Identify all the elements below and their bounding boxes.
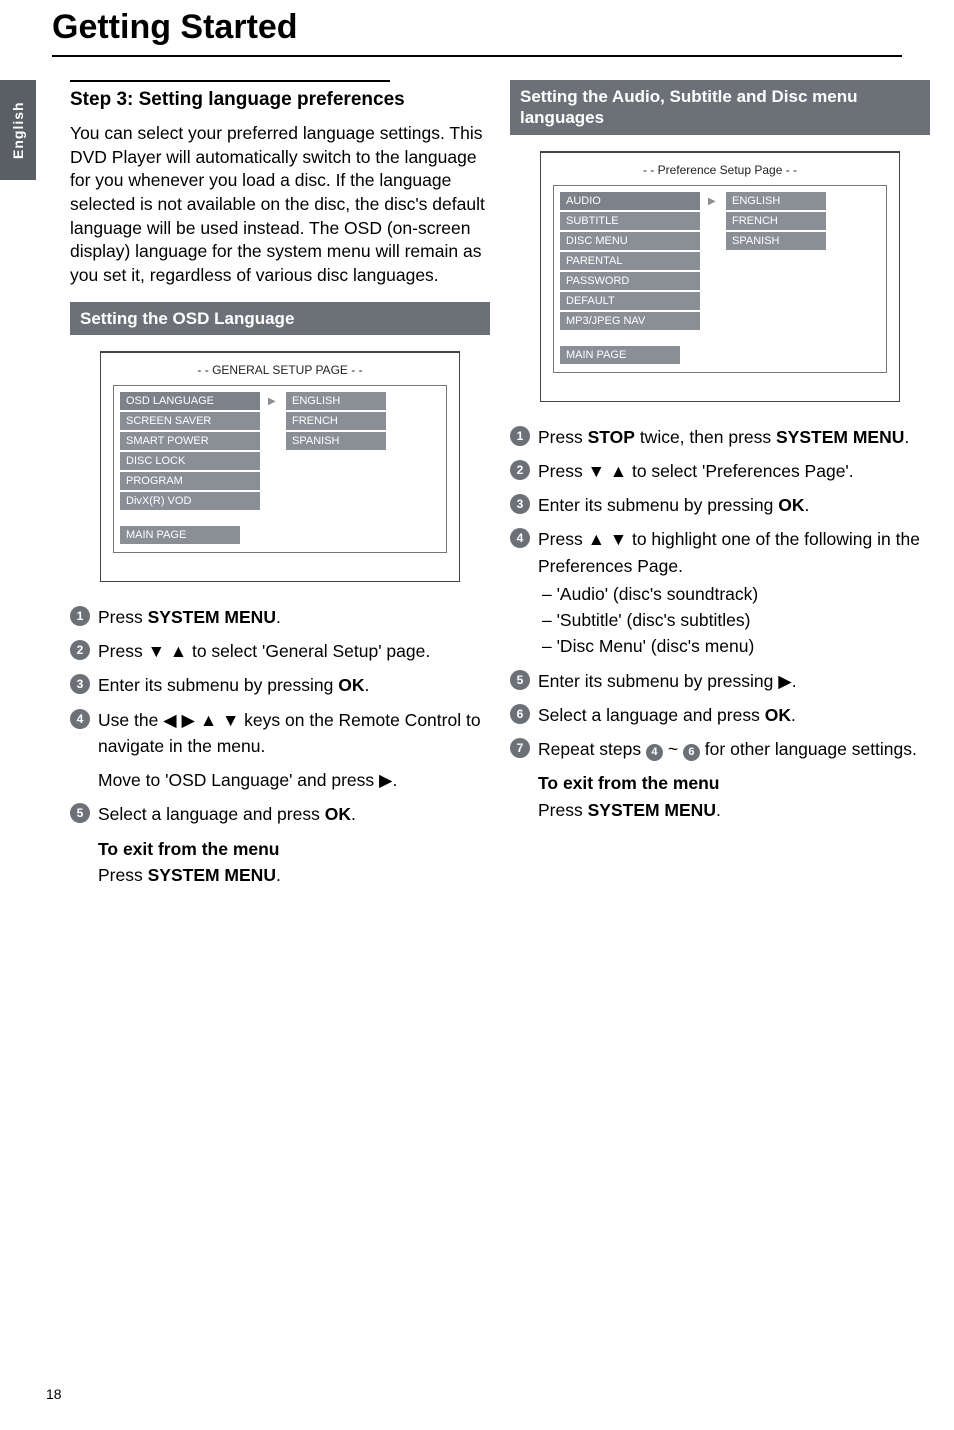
step-text: Press STOP twice, then press SYSTEM MENU… (538, 424, 930, 450)
menu-item: DISC LOCK (120, 452, 260, 470)
general-setup-screenshot: - - GENERAL SETUP PAGE - - OSD LANGUAGE … (100, 351, 460, 582)
step-2: 2 Press ▼ ▲ to select 'Preferences Page'… (510, 458, 930, 484)
page-number: 18 (46, 1386, 62, 1402)
inline-step-ref-icon: 6 (683, 744, 700, 761)
ui-left-col: AUDIO SUBTITLE DISC MENU PARENTAL PASSWO… (560, 192, 700, 366)
exit-text: Press SYSTEM MENU. (98, 862, 490, 888)
menu-item: SCREEN SAVER (120, 412, 260, 430)
step-7: 7 Repeat steps 4 ~ 6 for other language … (510, 736, 930, 762)
step-1: 1 Press SYSTEM MENU. (70, 604, 490, 630)
step-text: Press ▼ ▲ to select 'General Setup' page… (98, 638, 490, 664)
osd-language-bar: Setting the OSD Language (70, 302, 490, 335)
menu-item: ENGLISH (286, 392, 386, 410)
menu-item: ENGLISH (726, 192, 826, 210)
step-number-icon: 3 (510, 494, 530, 514)
right-steps: 1 Press STOP twice, then press SYSTEM ME… (510, 424, 930, 823)
step-number-icon: 2 (70, 640, 90, 660)
step-3: 3 Enter its submenu by pressing OK. (510, 492, 930, 518)
step-text: Enter its submenu by pressing OK. (98, 672, 490, 698)
step-text: Enter its submenu by pressing OK. (538, 492, 930, 518)
step-text: Use the ◀ ▶ ▲ ▼ keys on the Remote Contr… (98, 707, 490, 760)
step-3: 3 Enter its submenu by pressing OK. (70, 672, 490, 698)
step-text: Press ▼ ▲ to select 'Preferences Page'. (538, 458, 930, 484)
exit-block: To exit from the menu Press SYSTEM MENU. (98, 836, 490, 889)
exit-text: Press SYSTEM MENU. (538, 797, 930, 823)
list-item: – 'Disc Menu' (disc's menu) (538, 633, 930, 659)
preference-setup-screenshot: - - Preference Setup Page - - AUDIO SUBT… (540, 151, 900, 402)
step-number-icon: 1 (510, 426, 530, 446)
page-title: Getting Started (52, 8, 298, 47)
step-number-icon: 5 (70, 803, 90, 823)
inline-step-ref-icon: 4 (646, 744, 663, 761)
menu-item: PASSWORD (560, 272, 700, 290)
menu-item: SPANISH (286, 432, 386, 450)
exit-heading: To exit from the menu (98, 836, 490, 862)
step-text: Repeat steps 4 ~ 6 for other language se… (538, 736, 930, 762)
menu-item: OSD LANGUAGE (120, 392, 260, 410)
step3-heading: Step 3: Setting language preferences (70, 88, 490, 113)
left-steps: 1 Press SYSTEM MENU. 2 Press ▼ ▲ to sele… (70, 604, 490, 888)
step-number-icon: 7 (510, 738, 530, 758)
menu-item: MP3/JPEG NAV (560, 312, 700, 330)
ui-panel: OSD LANGUAGE SCREEN SAVER SMART POWER DI… (113, 385, 447, 553)
title-rule (52, 55, 902, 57)
step-5: 5 Select a language and press OK. (70, 801, 490, 827)
step-5: 5 Enter its submenu by pressing ▶. (510, 668, 930, 694)
step-text: Enter its submenu by pressing ▶. (538, 668, 930, 694)
audio-subtitle-bar: Setting the Audio, Subtitle and Disc men… (510, 80, 930, 135)
step-number-icon: 4 (510, 528, 530, 548)
step-text: Select a language and press OK. (538, 702, 930, 728)
menu-item: SUBTITLE (560, 212, 700, 230)
menu-item: SPANISH (726, 232, 826, 250)
step-1: 1 Press STOP twice, then press SYSTEM ME… (510, 424, 930, 450)
menu-item: AUDIO (560, 192, 700, 210)
step-4-sub: Move to 'OSD Language' and press ▶. (98, 767, 490, 793)
step-4: 4 Use the ◀ ▶ ▲ ▼ keys on the Remote Con… (70, 707, 490, 760)
right-column: Setting the Audio, Subtitle and Disc men… (510, 80, 930, 823)
step-rule (70, 80, 390, 82)
main-page-item: MAIN PAGE (560, 346, 680, 364)
step-6: 6 Select a language and press OK. (510, 702, 930, 728)
step-text: Select a language and press OK. (98, 801, 490, 827)
menu-item: FRENCH (726, 212, 826, 230)
step-4: 4 Press ▲ ▼ to highlight one of the foll… (510, 526, 930, 659)
ui-header: - - GENERAL SETUP PAGE - - (113, 363, 447, 377)
ui-right-col: ENGLISH FRENCH SPANISH (286, 392, 386, 546)
ui-header: - - Preference Setup Page - - (553, 163, 887, 177)
menu-item: DISC MENU (560, 232, 700, 250)
menu-item: DivX(R) VOD (120, 492, 260, 510)
menu-item: PARENTAL (560, 252, 700, 270)
step-text: Press ▲ ▼ to highlight one of the follow… (538, 526, 930, 659)
main-page-item: MAIN PAGE (120, 526, 240, 544)
exit-heading: To exit from the menu (538, 770, 930, 796)
list-item: – 'Subtitle' (disc's subtitles) (538, 607, 930, 633)
menu-item: PROGRAM (120, 472, 260, 490)
left-column: Step 3: Setting language preferences You… (70, 80, 490, 888)
submenu-arrow-icon: ▶ (268, 392, 278, 546)
ui-panel: AUDIO SUBTITLE DISC MENU PARENTAL PASSWO… (553, 185, 887, 373)
list-item: – 'Audio' (disc's soundtrack) (538, 581, 930, 607)
step-number-icon: 5 (510, 670, 530, 690)
step3-intro: You can select your preferred language s… (70, 122, 490, 287)
menu-item: SMART POWER (120, 432, 260, 450)
exit-block: To exit from the menu Press SYSTEM MENU. (538, 770, 930, 823)
submenu-arrow-icon: ▶ (708, 192, 718, 366)
language-tab: English (0, 80, 36, 180)
step-text: Press SYSTEM MENU. (98, 604, 490, 630)
ui-left-col: OSD LANGUAGE SCREEN SAVER SMART POWER DI… (120, 392, 260, 546)
step-number-icon: 2 (510, 460, 530, 480)
step-number-icon: 1 (70, 606, 90, 626)
menu-item: FRENCH (286, 412, 386, 430)
step-number-icon: 6 (510, 704, 530, 724)
menu-item: DEFAULT (560, 292, 700, 310)
ui-right-col: ENGLISH FRENCH SPANISH (726, 192, 826, 366)
step-number-icon: 3 (70, 674, 90, 694)
step-2: 2 Press ▼ ▲ to select 'General Setup' pa… (70, 638, 490, 664)
step-number-icon: 4 (70, 709, 90, 729)
